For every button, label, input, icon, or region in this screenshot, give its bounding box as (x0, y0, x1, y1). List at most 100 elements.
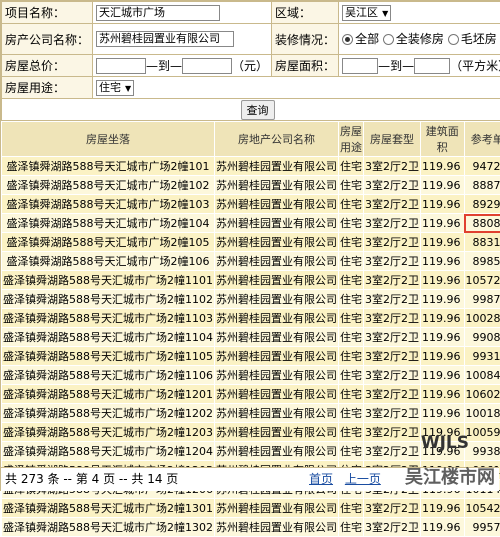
use-select-value: 住宅 (99, 81, 121, 94)
use-select[interactable]: 住宅 ▼ (96, 80, 134, 96)
cell-layout: 3室2厅2卫 (364, 195, 421, 214)
cell-use: 住宅 (339, 309, 364, 328)
cell-company: 苏州碧桂园置业有限公司 (215, 347, 339, 366)
cell-use: 住宅 (339, 366, 364, 385)
cell-company: 苏州碧桂园置业有限公司 (215, 290, 339, 309)
chevron-down-icon: ▼ (125, 84, 131, 93)
cell-price: 9987.23 (464, 290, 500, 309)
cell-company: 苏州碧桂园置业有限公司 (215, 252, 339, 271)
cell-use: 住宅 (339, 195, 364, 214)
cell-location: 盛泽镇舜湖路588号天汇城市广场2幢104 (2, 214, 215, 233)
area-unit: （平方米） (450, 59, 500, 73)
project-label: 项目名称： (2, 2, 93, 24)
cell-company: 苏州碧桂园置业有限公司 (215, 233, 339, 252)
cell-use: 住宅 (339, 252, 364, 271)
company-input[interactable]: 苏州碧桂园置业有限公司 (96, 31, 234, 47)
cell-use: 住宅 (339, 271, 364, 290)
cell-company: 苏州碧桂园置业有限公司 (215, 176, 339, 195)
cell-price: 10572.42 (464, 271, 500, 290)
decor-option-full[interactable]: 全装修房 (383, 32, 444, 46)
cell-price: 10059.75 (464, 423, 500, 442)
cell-use: 住宅 (339, 214, 364, 233)
price-separator: —到— (146, 59, 182, 73)
query-button[interactable]: 查询 (241, 100, 275, 120)
table-row: 盛泽镇舜湖路588号天汇城市广场2幢1103苏州碧桂园置业有限公司住宅3室2厅2… (2, 309, 500, 328)
cell-company: 苏州碧桂园置业有限公司 (215, 442, 339, 461)
price-unit: （元） (232, 59, 268, 73)
cell-price: 9931.38 (464, 347, 500, 366)
decor-option-full-label: 全装修房 (396, 32, 444, 46)
cell-location: 盛泽镇舜湖路588号天汇城市广场2幢1203 (2, 423, 215, 442)
table-row: 盛泽镇舜湖路588号天汇城市广场2幢102苏州碧桂园置业有限公司住宅3室2厅2卫… (2, 176, 500, 195)
cell-company: 苏州碧桂园置业有限公司 (215, 328, 339, 347)
cell-location: 盛泽镇舜湖路588号天汇城市广场2幢102 (2, 176, 215, 195)
cell-price: 8831.01 (464, 233, 500, 252)
area-separator: —到— (378, 59, 414, 73)
table-row: 盛泽镇舜湖路588号天汇城市广场2幢106苏州碧桂园置业有限公司住宅3室2厅2卫… (2, 252, 500, 271)
table-header-row: 房屋坐落 房地产公司名称 房屋用途 房屋套型 建筑面积 参考单价 (2, 122, 500, 157)
table-row: 盛泽镇舜湖路588号天汇城市广场2幢1201苏州碧桂园置业有限公司住宅3室2厅2… (2, 385, 500, 404)
table-row: 盛泽镇舜湖路588号天汇城市广场2幢1101苏州碧桂园置业有限公司住宅3室2厅2… (2, 271, 500, 290)
cell-company: 苏州碧桂园置业有限公司 (215, 271, 339, 290)
cell-layout: 3室2厅2卫 (364, 233, 421, 252)
cell-location: 盛泽镇舜湖路588号天汇城市广场2幢101 (2, 157, 215, 176)
price-max-input[interactable] (182, 58, 232, 74)
table-row: 盛泽镇舜湖路588号天汇城市广场2幢1102苏州碧桂园置业有限公司住宅3室2厅2… (2, 290, 500, 309)
cell-location: 盛泽镇舜湖路588号天汇城市广场2幢1106 (2, 366, 215, 385)
cell-layout: 3室2厅2卫 (364, 252, 421, 271)
cell-use: 住宅 (339, 423, 364, 442)
watermark-top: WJLS (421, 433, 469, 453)
decor-label: 装修情况： (272, 24, 339, 55)
col-price: 参考单价 (464, 122, 500, 157)
search-form: 项目名称： 天汇城市广场 区域： 吴江区▼ 房产公司名称： 苏州碧桂园置业有限公… (1, 1, 500, 121)
price-min-input[interactable] (96, 58, 146, 74)
cell-layout: 3室2厅2卫 (364, 328, 421, 347)
cell-company: 苏州碧桂园置业有限公司 (215, 518, 339, 537)
table-row: 盛泽镇舜湖路588号天汇城市广场2幢1301苏州碧桂园置业有限公司住宅3室2厅2… (2, 499, 500, 518)
cell-location: 盛泽镇舜湖路588号天汇城市广场2幢1301 (2, 499, 215, 518)
cell-price: 10084.76 (464, 366, 500, 385)
cell-price: 10028.91 (464, 309, 500, 328)
decor-option-raw-label: 毛坯房 (461, 32, 497, 46)
table-row: 盛泽镇舜湖路588号天汇城市广场2幢103苏州碧桂园置业有限公司住宅3室2厅2卫… (2, 195, 500, 214)
prev-page-link[interactable]: 上一页 (345, 472, 381, 486)
cell-price: 8929.38 (464, 195, 500, 214)
cell-location: 盛泽镇舜湖路588号天汇城市广场2幢106 (2, 252, 215, 271)
cell-location: 盛泽镇舜湖路588号天汇城市广场2幢1103 (2, 309, 215, 328)
col-company: 房地产公司名称 (215, 122, 339, 157)
cell-use: 住宅 (339, 442, 364, 461)
cell-price: 10018.07 (464, 404, 500, 423)
cell-area: 119.96 (421, 214, 465, 233)
cell-area: 119.96 (421, 290, 465, 309)
cell-use: 住宅 (339, 157, 364, 176)
cell-location: 盛泽镇舜湖路588号天汇城市广场2幢1204 (2, 442, 215, 461)
cell-layout: 3室2厅2卫 (364, 385, 421, 404)
project-input[interactable]: 天汇城市广场 (96, 5, 220, 21)
region-select[interactable]: 吴江区▼ (342, 5, 391, 21)
cell-layout: 3室2厅2卫 (364, 442, 421, 461)
cell-price: 8985.23 (464, 252, 500, 271)
cell-area: 119.96 (421, 309, 465, 328)
cell-price: 10602.43 (464, 385, 500, 404)
cell-company: 苏州碧桂园置业有限公司 (215, 423, 339, 442)
chevron-down-icon: ▼ (382, 9, 388, 18)
cell-use: 住宅 (339, 404, 364, 423)
cell-company: 苏州碧桂园置业有限公司 (215, 157, 339, 176)
area-max-input[interactable] (414, 58, 450, 74)
decor-option-raw[interactable]: 毛坯房 (448, 32, 497, 46)
page: 项目名称： 天汇城市广场 区域： 吴江区▼ 房产公司名称： 苏州碧桂园置业有限公… (0, 0, 500, 491)
cell-layout: 3室2厅2卫 (364, 404, 421, 423)
cell-location: 盛泽镇舜湖路588号天汇城市广场2幢1202 (2, 404, 215, 423)
cell-area: 119.96 (421, 499, 465, 518)
cell-use: 住宅 (339, 176, 364, 195)
cell-use: 住宅 (339, 290, 364, 309)
region-label: 区域： (272, 2, 339, 24)
decor-option-all[interactable]: 全部 (342, 32, 379, 46)
first-page-link[interactable]: 首页 (309, 472, 333, 486)
cell-company: 苏州碧桂园置业有限公司 (215, 366, 339, 385)
cell-use: 住宅 (339, 499, 364, 518)
watermark-logo: WJLS (421, 433, 469, 453)
cell-location: 盛泽镇舜湖路588号天汇城市广场2幢103 (2, 195, 215, 214)
cell-use: 住宅 (339, 347, 364, 366)
area-min-input[interactable] (342, 58, 378, 74)
